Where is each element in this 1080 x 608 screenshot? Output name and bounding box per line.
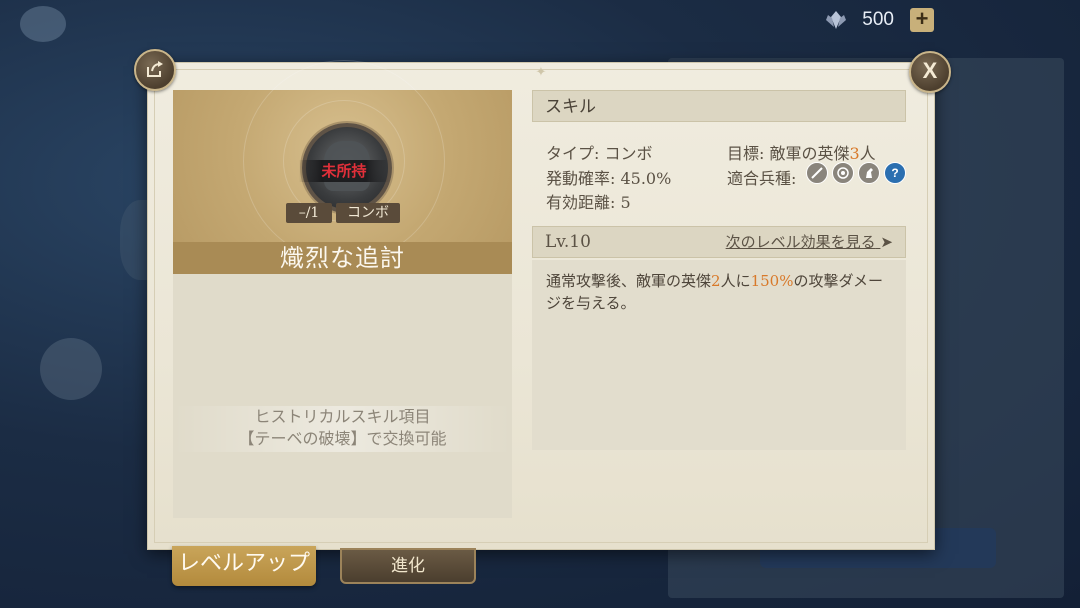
question-icon[interactable]: ? — [884, 162, 906, 184]
crystal-icon — [826, 11, 847, 29]
background-title — [20, 6, 66, 42]
skill-card-banner: 未所持 –/1 コンボ — [173, 60, 512, 262]
history-line-1: ヒストリカルスキル項目 — [254, 407, 431, 426]
unit-type-icons: ? — [806, 162, 906, 184]
horse-icon[interactable] — [858, 162, 880, 184]
skill-type: タイプ: コンボ — [546, 144, 653, 163]
skill-target: 目標: 敵軍の英傑3人 — [727, 140, 876, 164]
background-avatar — [40, 338, 102, 400]
desc-number-1: 2 — [711, 272, 721, 290]
next-level-label: 次のレベル効果を見る — [725, 233, 876, 251]
level-tag: –/1 — [286, 203, 332, 223]
unit-type-label: 適合兵種: — [727, 169, 797, 188]
skill-rate: 発動確率: 45.0% — [546, 169, 672, 188]
target-prefix: 目標: 敵軍の英傑 — [727, 144, 850, 163]
background-emblem-icon — [20, 6, 66, 42]
skill-name: 熾烈な追討 — [173, 242, 512, 274]
skill-range: 有効距離: 5 — [546, 193, 631, 212]
share-icon — [147, 61, 163, 77]
skill-card: 未所持 –/1 コンボ 熾烈な追討 ヒストリカルスキル項目 【テーベの破壊】で交… — [173, 60, 512, 518]
ornament-icon: ✦ — [535, 65, 547, 80]
desc-number-2: 150% — [750, 272, 794, 290]
skill-description: 通常攻撃後、敵軍の英傑2人に150%の攻撃ダメージを与える。 — [532, 260, 906, 450]
currency-display: 500 + — [824, 8, 934, 32]
share-button[interactable] — [134, 49, 176, 91]
desc-part-2: 人に — [720, 272, 751, 290]
target-count: 3 — [849, 144, 860, 163]
add-currency-button[interactable]: + — [910, 8, 934, 32]
history-note: ヒストリカルスキル項目 【テーベの破壊】で交換可能 — [173, 406, 512, 452]
currency-value: 500 — [862, 9, 894, 30]
skill-level: Lv.10 — [545, 232, 591, 252]
unowned-label: 未所持 — [299, 160, 389, 182]
close-button[interactable]: X — [909, 51, 951, 93]
next-level-link[interactable]: 次のレベル効果を見る ➤ — [726, 227, 893, 257]
level-up-button[interactable]: レベルアップ — [172, 546, 316, 586]
history-line-2: 【テーベの破壊】で交換可能 — [238, 429, 447, 448]
type-tag: コンボ — [336, 203, 400, 223]
sword-icon[interactable] — [806, 162, 828, 184]
bow-icon[interactable] — [832, 162, 854, 184]
target-suffix: 人 — [859, 144, 876, 163]
arrow-right-icon: ➤ — [880, 233, 893, 251]
level-bar: Lv.10 次のレベル効果を見る ➤ — [532, 226, 906, 258]
evolve-button[interactable]: 進化 — [340, 548, 476, 584]
desc-part-1: 通常攻撃後、敵軍の英傑 — [546, 272, 712, 290]
skill-section-header: スキル — [532, 90, 906, 122]
